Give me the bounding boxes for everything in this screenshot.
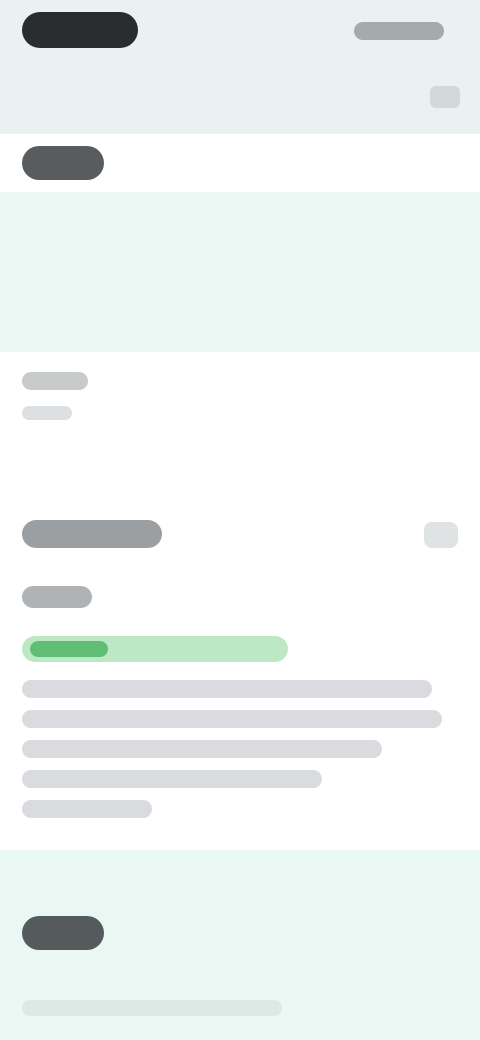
section-2 <box>0 354 480 504</box>
section-2-secondary <box>22 406 72 420</box>
section-1-header <box>22 146 104 180</box>
section-1 <box>0 134 480 354</box>
top-navigation-bar <box>0 64 480 134</box>
status-badge <box>22 636 288 662</box>
paragraph-line <box>22 740 382 758</box>
status-indicators <box>354 22 444 40</box>
detail-label <box>22 586 92 608</box>
bottom-card[interactable] <box>0 850 480 1040</box>
detail-section <box>0 504 480 824</box>
section-1-card[interactable] <box>0 192 480 352</box>
detail-paragraph <box>22 680 452 830</box>
header-right-action[interactable] <box>430 86 460 108</box>
status-bar <box>0 0 480 64</box>
paragraph-line <box>22 800 152 818</box>
paragraph-line <box>22 680 432 698</box>
detail-title <box>22 520 162 548</box>
paragraph-line <box>22 770 322 788</box>
status-time-pill <box>22 12 138 48</box>
bottom-card-subtext <box>22 1000 282 1016</box>
paragraph-line <box>22 710 442 728</box>
section-2-primary <box>22 372 88 390</box>
status-badge-text <box>30 641 108 657</box>
bottom-card-header <box>22 916 104 950</box>
detail-action-button[interactable] <box>424 522 458 548</box>
